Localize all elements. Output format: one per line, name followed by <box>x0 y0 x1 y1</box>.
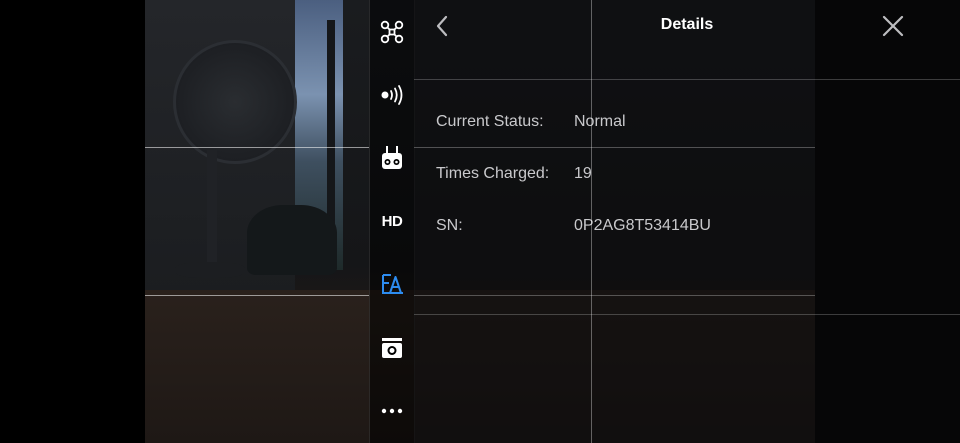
detail-value: 19 <box>574 165 592 182</box>
aircraft-settings-button[interactable] <box>370 14 414 50</box>
battery-settings-button[interactable] <box>370 266 414 302</box>
grid-line-vertical <box>591 0 592 443</box>
signal-icon <box>381 85 403 105</box>
settings-sidebar: HD <box>369 0 415 443</box>
hd-settings-button[interactable]: HD <box>370 203 414 239</box>
camera-scene-fan-base <box>175 262 245 278</box>
app-screen: HD Details Current Status: Normal Times … <box>0 0 960 443</box>
detail-label: Times Charged: <box>436 165 550 182</box>
grid-line <box>414 147 815 148</box>
details-panel: Details Current Status: Normal Times Cha… <box>414 0 960 443</box>
grid-line <box>414 295 815 296</box>
panel-divider <box>414 314 960 315</box>
detail-row-current-status: Current Status: Normal <box>436 96 711 148</box>
camera-scene-fan-pole <box>207 150 217 270</box>
page-title: Details <box>660 16 714 33</box>
remote-controller-settings-button[interactable] <box>370 140 414 176</box>
camera-scene-plant <box>247 205 337 275</box>
hd-icon: HD <box>381 212 403 230</box>
header-divider <box>414 79 960 80</box>
battery-settings-icon <box>382 274 403 294</box>
detail-label: Current Status: <box>436 113 544 130</box>
detail-value: 0P2AG8T53414BU <box>574 217 711 234</box>
grid-line <box>145 295 369 296</box>
more-icon <box>381 408 403 414</box>
remote-controller-icon <box>382 146 402 169</box>
more-settings-button[interactable] <box>370 393 414 429</box>
camera-icon <box>382 338 402 358</box>
details-header: Details <box>414 0 960 80</box>
aircraft-icon <box>380 20 404 44</box>
close-button[interactable] <box>880 13 906 39</box>
detail-label: SN: <box>436 217 463 234</box>
detail-row-serial-number: SN: 0P2AG8T53414BU <box>436 200 711 252</box>
grid-line <box>145 147 369 148</box>
camera-settings-button[interactable] <box>370 330 414 366</box>
camera-scene-fan <box>173 40 297 164</box>
detail-row-times-charged: Times Charged: 19 <box>436 148 711 200</box>
signal-settings-button[interactable] <box>370 77 414 113</box>
details-list: Current Status: Normal Times Charged: 19… <box>436 96 711 252</box>
detail-value: Normal <box>574 113 626 130</box>
close-icon <box>882 15 904 37</box>
